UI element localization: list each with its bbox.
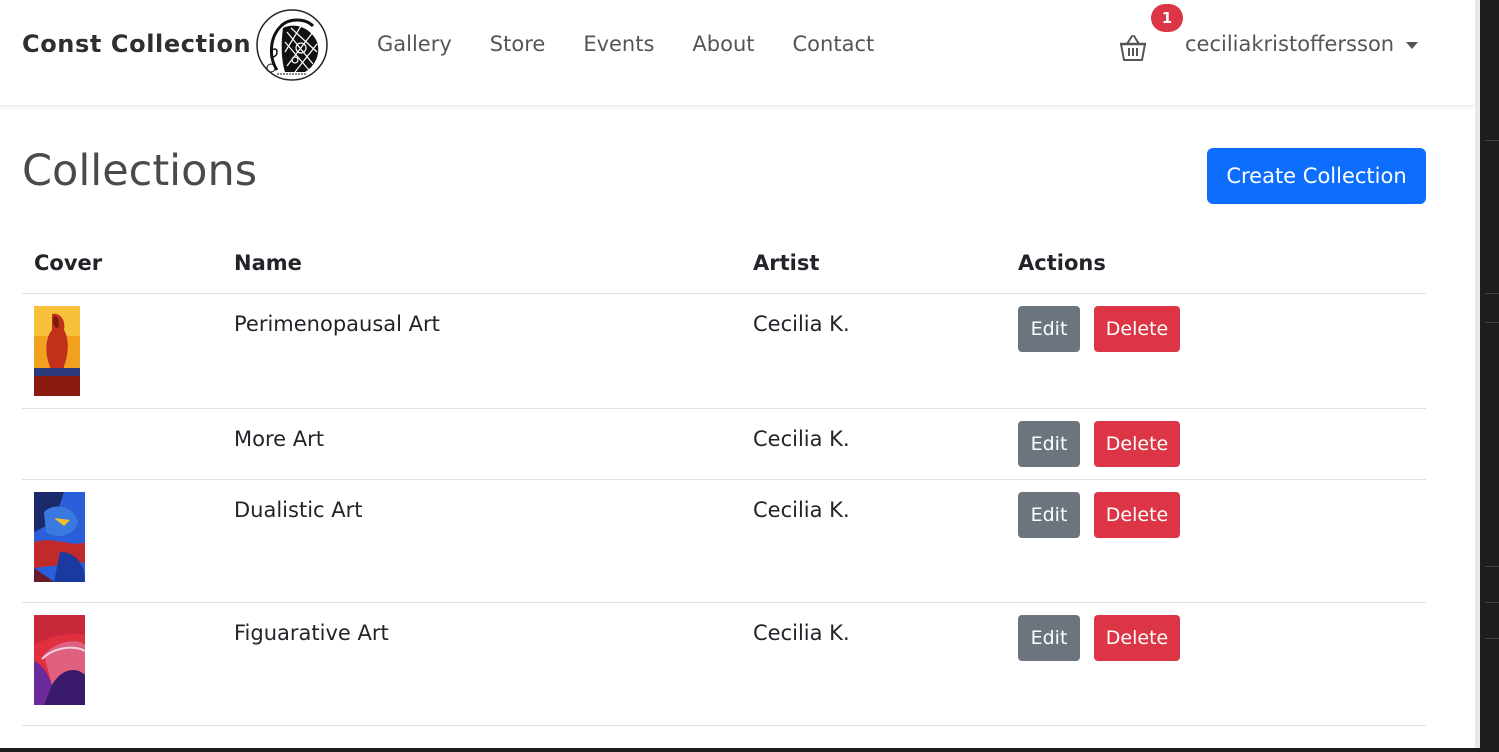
navbar: Const Collection Gallery Store Events Ab… <box>0 0 1475 106</box>
divider <box>1485 638 1499 639</box>
collection-artist: Cecilia K. <box>753 427 850 451</box>
nav-link-contact[interactable]: Contact <box>793 32 875 56</box>
edit-button[interactable]: Edit <box>1018 306 1080 352</box>
collection-name: Dualistic Art <box>234 498 363 522</box>
nav-link-store[interactable]: Store <box>490 32 546 56</box>
cover-thumbnail[interactable] <box>34 492 85 582</box>
table-row: Perimenopausal Art Cecilia K. Edit Delet… <box>22 294 1426 409</box>
delete-button[interactable]: Delete <box>1094 421 1180 467</box>
edit-button[interactable]: Edit <box>1018 421 1080 467</box>
window-edge <box>1475 0 1499 752</box>
shopping-basket-icon[interactable] <box>1117 32 1149 64</box>
delete-button[interactable]: Delete <box>1094 306 1180 352</box>
nav-link-events[interactable]: Events <box>583 32 654 56</box>
edit-button[interactable]: Edit <box>1018 615 1080 661</box>
page-title: Collections <box>22 146 258 196</box>
scrollbar-track[interactable] <box>1475 0 1480 752</box>
brand-name[interactable]: Const Collection <box>22 30 251 58</box>
caret-down-icon <box>1406 41 1419 49</box>
username: ceciliakristoffersson <box>1185 32 1395 56</box>
column-header-actions: Actions <box>1018 251 1106 275</box>
collection-name: Figuarative Art <box>234 621 389 645</box>
collection-artist: Cecilia K. <box>753 312 850 336</box>
divider <box>1485 566 1499 567</box>
divider <box>1485 602 1499 603</box>
user-menu-dropdown[interactable]: ceciliakristoffersson <box>1185 32 1419 56</box>
delete-button[interactable]: Delete <box>1094 615 1180 661</box>
divider <box>1485 322 1499 323</box>
create-collection-button[interactable]: Create Collection <box>1207 148 1426 204</box>
page: Const Collection Gallery Store Events Ab… <box>0 0 1475 748</box>
cover-thumbnail[interactable] <box>34 306 80 396</box>
nav-link-gallery[interactable]: Gallery <box>377 32 452 56</box>
table-row: Dualistic Art Cecilia K. Edit Delete <box>22 480 1426 603</box>
divider <box>1485 293 1499 294</box>
divider <box>1485 140 1499 141</box>
collection-artist: Cecilia K. <box>753 498 850 522</box>
nav-links: Gallery Store Events About Contact <box>377 32 912 56</box>
cover-thumbnail[interactable] <box>34 615 85 705</box>
column-header-name: Name <box>234 251 302 275</box>
window-bottom-edge <box>0 748 1499 752</box>
column-header-artist: Artist <box>753 251 820 275</box>
column-header-cover: Cover <box>34 251 103 275</box>
table-row: Figuarative Art Cecilia K. Edit Delete <box>22 603 1426 726</box>
brand-logo-icon[interactable] <box>255 8 329 82</box>
edit-button[interactable]: Edit <box>1018 492 1080 538</box>
collections-table: Cover Name Artist Actions Perimenopausal… <box>22 236 1426 726</box>
table-header: Cover Name Artist Actions <box>22 236 1426 294</box>
collection-name: Perimenopausal Art <box>234 312 440 336</box>
delete-button[interactable]: Delete <box>1094 492 1180 538</box>
nav-link-about[interactable]: About <box>692 32 754 56</box>
table-row: More Art Cecilia K. Edit Delete <box>22 409 1426 480</box>
collection-artist: Cecilia K. <box>753 621 850 645</box>
collection-name: More Art <box>234 427 324 451</box>
cart-count-badge: 1 <box>1151 4 1183 32</box>
